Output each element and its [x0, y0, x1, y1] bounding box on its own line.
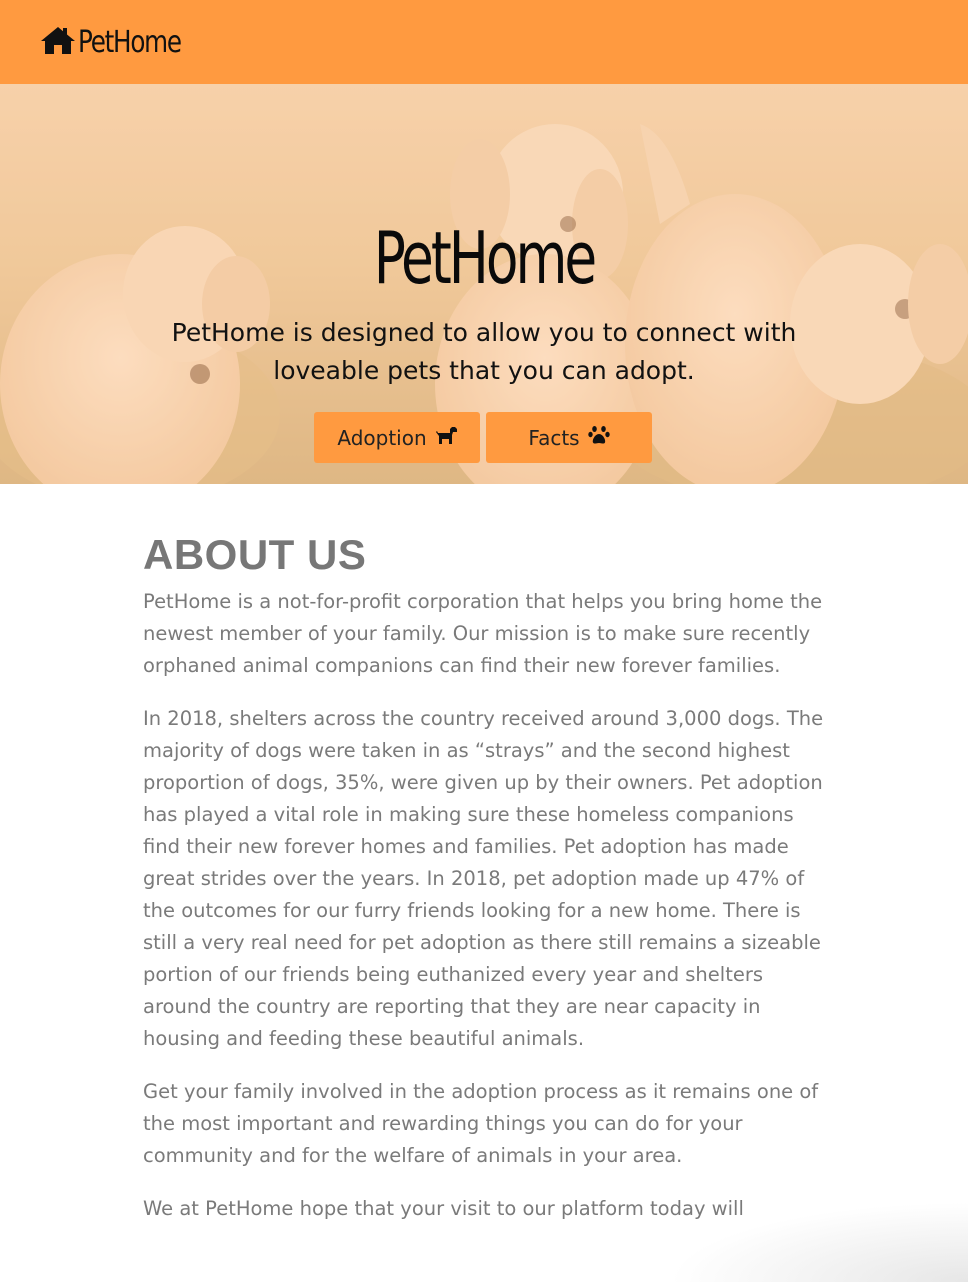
navbar: PetHome: [0, 0, 968, 84]
about-heading: ABOUT US: [143, 531, 367, 578]
adoption-button[interactable]: Adoption: [314, 412, 480, 463]
about-paragraph: Get your family involved in the adoption…: [143, 1080, 819, 1167]
dog-icon: [435, 425, 457, 450]
hero-title: PetHome: [373, 216, 597, 300]
about-paragraph: In 2018, shelters across the country rec…: [143, 707, 824, 1050]
about-paragraph: We at PetHome hope that your visit to ou…: [143, 1197, 744, 1220]
hero-banner: PetHome PetHome is designed to allow you…: [0, 84, 968, 484]
about-section: ABOUT US PetHome is a not-for-profit cor…: [143, 530, 833, 1246]
about-paragraph: PetHome is a not-for-profit corporation …: [143, 590, 823, 677]
house-icon: [40, 25, 76, 59]
paw-icon: [587, 425, 610, 450]
brand-link[interactable]: PetHome: [40, 25, 203, 60]
facts-button-label: Facts: [528, 425, 580, 450]
facts-button[interactable]: Facts: [486, 412, 652, 463]
adoption-button-label: Adoption: [337, 425, 427, 450]
hero-description: PetHome is designed to allow you to conn…: [171, 318, 797, 385]
hero-button-group: Adoption Facts: [314, 412, 652, 463]
brand-label: PetHome: [78, 24, 182, 60]
